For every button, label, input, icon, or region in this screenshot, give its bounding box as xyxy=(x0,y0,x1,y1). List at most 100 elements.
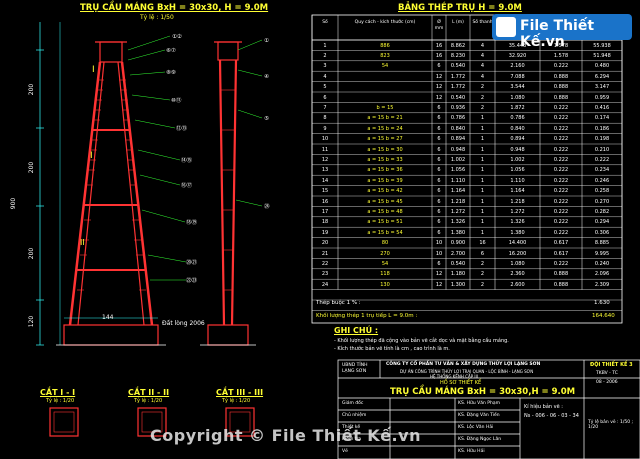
table-cell: 0.617 xyxy=(553,240,569,247)
table-cell: 6 xyxy=(437,208,441,215)
svg-text:⑭⑮: ⑭⑮ xyxy=(181,156,193,164)
svg-text:⑫⑬: ⑫⑬ xyxy=(176,124,188,132)
copyright-watermark: Copyright © File Thiết Kế.vn xyxy=(150,426,421,445)
table-cell: 118 xyxy=(380,271,390,278)
table-cell: 0.888 xyxy=(553,94,569,101)
table-header-cell: L (m) xyxy=(452,20,464,25)
svg-text:⑤: ⑤ xyxy=(264,116,269,122)
table-cell: 6 xyxy=(437,146,441,153)
table-cell: 1.380 xyxy=(510,229,525,236)
table-cell: 6.294 xyxy=(594,73,610,80)
table-cell: 2.600 xyxy=(510,281,525,288)
table-cell: 12 xyxy=(435,84,443,91)
table-cell: 0.786 xyxy=(450,115,466,122)
section-2-scale: Tỷ lệ : 1/20 xyxy=(134,398,163,404)
table-cell: 0.174 xyxy=(594,115,610,122)
pier-side-view xyxy=(200,41,256,346)
table-cell: a = 15 b = 21 xyxy=(367,115,403,122)
svg-text:⑧⑨: ⑧⑨ xyxy=(166,69,176,76)
svg-text:⑯⑰: ⑯⑰ xyxy=(181,181,193,189)
table-header-cell: Ø mm xyxy=(434,20,444,31)
table-cell: 0.888 xyxy=(553,84,569,91)
site-logo[interactable]: File Thiết Kế.vn xyxy=(492,14,632,50)
pier-elevation: I I II xyxy=(36,22,166,346)
table-cell: 2 xyxy=(480,104,485,111)
table-cell: 0.222 xyxy=(553,219,569,226)
table-cell: 0.222 xyxy=(553,229,569,236)
table-cell: 0.948 xyxy=(510,146,525,153)
tie-wire-label: Thép buộc 1 % : xyxy=(316,300,361,306)
drawing-title: TRỤ CẦU MÁNG BxH = 30x30,H = 9.0M xyxy=(390,387,576,397)
table-cell: 16 xyxy=(435,42,443,49)
table-cell: 14.400 xyxy=(508,240,527,247)
table-cell: 6 xyxy=(437,260,441,267)
notes-title: GHI CHÚ : xyxy=(334,326,379,335)
project-sub: HỆ THỐNG KÊNH CẤP III xyxy=(430,374,478,379)
table-cell: 0.246 xyxy=(594,177,610,184)
table-cell: 1 xyxy=(480,115,485,122)
table-cell: 16 xyxy=(435,52,443,59)
table-cell: 1.272 xyxy=(510,208,525,215)
table-cell: 0.894 xyxy=(510,136,525,143)
table-cell: 2.096 xyxy=(594,271,610,278)
company-name: CÔNG TY CỔ PHẦN TƯ VẤN & XÂY DỰNG THỦY L… xyxy=(386,362,541,367)
table-cell: 6 xyxy=(437,115,441,122)
table-cell: 1 xyxy=(480,136,485,143)
svg-text:⑩⑪: ⑩⑪ xyxy=(171,96,182,104)
table-cell: 20 xyxy=(321,240,329,247)
table-cell: 1 xyxy=(480,156,485,163)
table-cell: 0.282 xyxy=(594,208,610,215)
table-cell: 1.300 xyxy=(450,281,466,288)
table-cell: 0.948 xyxy=(450,146,466,153)
dim-900: 900 xyxy=(10,197,18,210)
table-cell: 23 xyxy=(321,271,329,278)
leader-lines xyxy=(127,35,263,281)
table-cell: 54 xyxy=(381,260,389,267)
table-cell: 51.948 xyxy=(593,52,611,59)
table-cell: 4 xyxy=(480,52,485,59)
table-cell: 12 xyxy=(435,271,443,278)
table-cell: 22 xyxy=(321,260,329,267)
drawing-no: Ns - 006 - 06 - 03 - 34 xyxy=(524,413,579,419)
tie-wire-value: 1.630 xyxy=(594,300,610,306)
table-cell: 3.147 xyxy=(594,84,610,91)
table-cell: 0.234 xyxy=(594,167,610,174)
table-cell: 24 xyxy=(321,281,329,288)
table-cell: 2 xyxy=(480,260,485,267)
table-cell: 1.772 xyxy=(450,73,466,80)
table-cell: 0.222 xyxy=(553,156,569,163)
name-chief: KS. Đặng Văn Tiến xyxy=(458,413,500,418)
elevation-scale: Tỷ lệ : 1/50 xyxy=(140,14,174,21)
table-cell: 12 xyxy=(435,281,443,288)
section-2-title: CẮT II - II xyxy=(128,388,170,397)
section-1-scale: Tỷ lệ : 1/20 xyxy=(46,398,75,404)
table-cell: 0.959 xyxy=(594,94,610,101)
table-cell: 6 xyxy=(437,219,441,226)
table-cell: 1.872 xyxy=(510,104,525,111)
drawing-no-label: Kí hiệu bản vẽ : xyxy=(524,404,563,410)
table-cell: 1.056 xyxy=(510,167,525,174)
table-cell: 1 xyxy=(480,208,485,215)
svg-text:⑥⑦: ⑥⑦ xyxy=(166,47,176,54)
table-cell: 0.222 xyxy=(553,188,569,195)
table-cell: 6 xyxy=(437,229,441,236)
table-cell: 12 xyxy=(321,156,329,163)
table-header-cell: Số xyxy=(322,20,328,25)
table-cell: 1.218 xyxy=(450,198,466,205)
dim-144: 144 xyxy=(102,314,114,321)
dim-200-c: 200 xyxy=(28,247,36,260)
table-cell: 2.309 xyxy=(594,281,610,288)
table-cell: 1.380 xyxy=(450,229,466,236)
note-line-1: - Khối lượng thép đã cộng vào bản vẽ cắt… xyxy=(334,338,509,344)
table-cell: 10 xyxy=(435,250,443,257)
table-cell: 6 xyxy=(437,167,441,174)
table-cell: 7.088 xyxy=(510,73,525,80)
table-cell: b = 15 xyxy=(376,104,394,111)
svg-text:I: I xyxy=(90,151,93,161)
table-cell: 0.480 xyxy=(594,63,610,70)
table-cell: 1 xyxy=(480,146,485,153)
table-cell: 0.894 xyxy=(450,136,466,143)
table-cell: 6 xyxy=(323,94,327,101)
phase: HỒ SƠ THIẾT KẾ xyxy=(440,380,482,386)
section-1-title: CẮT I - I xyxy=(40,388,76,397)
